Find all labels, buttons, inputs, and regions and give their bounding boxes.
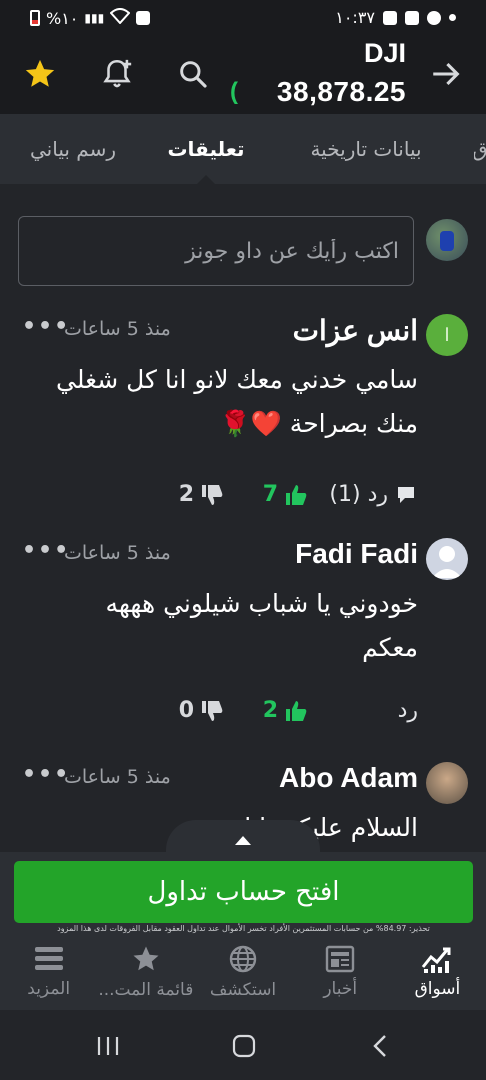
- thumbs-up-icon: [286, 484, 307, 505]
- recents-icon: [97, 1037, 119, 1055]
- dislike-count: 0: [178, 698, 194, 723]
- nav-watchlist[interactable]: قائمة المت...: [97, 934, 194, 1010]
- default-avatar-icon: [432, 546, 462, 578]
- chevron-up-icon: [235, 836, 251, 845]
- collapse-panel-button[interactable]: [166, 820, 320, 860]
- comment-text: سامي خدني معك لانو انا كل شغلي منك بصراح…: [56, 365, 418, 438]
- comment-actions: رد 2 0: [179, 698, 418, 723]
- comment-author[interactable]: Abo Adam: [279, 762, 418, 794]
- more-options-button[interactable]: •••: [22, 538, 70, 563]
- home-button[interactable]: [224, 1030, 264, 1062]
- signal-icon: ▮▮▮: [84, 11, 105, 25]
- reply-button[interactable]: رد (1): [308, 482, 418, 507]
- home-icon: [232, 1034, 256, 1058]
- add-alert-button[interactable]: [95, 52, 139, 96]
- comment-item: Fadi Fadi منذ 5 ساعات ••• خودوني يا شباب…: [18, 538, 468, 728]
- message-notification-icon: [405, 10, 419, 25]
- arrow-forward-icon: [433, 62, 460, 86]
- search-button[interactable]: [171, 52, 215, 96]
- dislike-button[interactable]: 0: [179, 698, 224, 723]
- nav-label: أسواق: [414, 979, 461, 999]
- more-options-button[interactable]: •••: [22, 762, 70, 787]
- tab-comments[interactable]: تعليقات: [150, 114, 262, 184]
- open-trading-account-button[interactable]: افتح حساب تداول: [14, 861, 473, 923]
- comment-time: منذ 5 ساعات: [64, 542, 171, 564]
- system-back-button[interactable]: [360, 1030, 400, 1062]
- like-button[interactable]: 2: [224, 698, 308, 723]
- dislike-count: 2: [178, 482, 194, 507]
- thumbs-down-icon: [202, 700, 223, 721]
- system-navigation: [0, 1010, 486, 1080]
- watchlist-star-button[interactable]: [18, 52, 62, 96]
- reply-label: رد: [397, 698, 418, 723]
- comment-input[interactable]: [18, 216, 414, 286]
- gallery-notification-icon: [383, 10, 397, 25]
- comment-compose: [18, 216, 468, 286]
- like-count: 7: [262, 482, 278, 507]
- battery-percent: %١٠: [46, 8, 79, 28]
- reply-icon: [398, 486, 414, 503]
- tab-chart[interactable]: رسم بياني: [18, 114, 128, 184]
- thumbs-down-icon: [202, 484, 223, 505]
- star-icon: [25, 59, 55, 87]
- tab-historical-data[interactable]: بيانات تاريخية: [286, 114, 446, 184]
- avatar-letter: ا: [444, 324, 450, 345]
- status-bar: %١٠ ▮▮▮ ١٠:٣٧: [0, 0, 486, 34]
- add-alert-bell-icon: [103, 59, 132, 88]
- nav-label: قائمة المت...: [98, 980, 194, 1000]
- nav-more[interactable]: المزيد: [0, 934, 97, 1010]
- nav-label: استكشف: [209, 980, 277, 1000]
- news-icon: [326, 945, 355, 973]
- alert-notification-icon: [427, 10, 441, 25]
- instrument-name: DJI: [363, 38, 406, 68]
- status-left: %١٠ ▮▮▮: [30, 8, 151, 28]
- nav-label: أخبار: [323, 979, 358, 999]
- recent-apps-button[interactable]: [88, 1030, 128, 1062]
- comment-time: منذ 5 ساعات: [64, 766, 171, 788]
- tab-partial[interactable]: ﻕ: [474, 114, 486, 184]
- avatar[interactable]: ا: [426, 314, 468, 356]
- comment-author[interactable]: Fadi Fadi: [295, 538, 418, 570]
- reply-label: رد (1): [329, 482, 388, 507]
- dot-icon: [449, 14, 456, 21]
- search-icon: [180, 61, 207, 88]
- instrument-header: ( DJI 38,878.25: [0, 34, 486, 114]
- notification-app-icon: [136, 11, 151, 25]
- back-button[interactable]: [424, 52, 468, 96]
- comment-actions: رد (1) 7 2: [179, 482, 418, 507]
- avatar[interactable]: [426, 538, 468, 580]
- dislike-button[interactable]: 2: [179, 482, 224, 507]
- markets-chart-icon: [422, 947, 451, 973]
- nav-news[interactable]: أخبار: [292, 934, 389, 1010]
- comment-text: خودوني يا شباب شيلوني هههه معكم: [105, 589, 419, 662]
- like-button[interactable]: 7: [224, 482, 308, 507]
- bottom-navigation: أسواق أخبار استكشف قائمة المت... المزيد: [0, 934, 486, 1010]
- status-time: ١٠:٣٧: [335, 8, 375, 27]
- nav-label: المزيد: [27, 979, 71, 999]
- globe-icon: [229, 945, 257, 973]
- status-right: ١٠:٣٧: [335, 8, 456, 27]
- price-change-indicator: (: [230, 78, 238, 105]
- comment-item: ا انس عزات منذ 5 ساعات ••• سامي خدني معك…: [18, 314, 468, 514]
- risk-disclaimer: تحذير: 84.97% من حسابات المستثمرين الأفر…: [57, 924, 430, 933]
- nav-explore[interactable]: استكشف: [194, 934, 291, 1010]
- nav-markets[interactable]: أسواق: [389, 934, 486, 1010]
- reply-button[interactable]: رد: [308, 698, 418, 723]
- chevron-left-icon: [373, 1035, 386, 1057]
- thumbs-up-icon: [286, 700, 307, 721]
- star-icon: [133, 946, 159, 971]
- user-avatar: [426, 219, 468, 261]
- instrument-price: 38,878.25: [276, 76, 406, 107]
- avatar[interactable]: [426, 762, 468, 804]
- more-options-button[interactable]: •••: [22, 314, 70, 339]
- wifi-icon: [109, 8, 131, 28]
- menu-icon: [34, 947, 63, 970]
- comment-time: منذ 5 ساعات: [64, 318, 171, 340]
- instrument-tabs: ﻕ بيانات تاريخية تعليقات رسم بياني: [0, 114, 486, 184]
- like-count: 2: [262, 698, 278, 723]
- battery-icon: [30, 10, 40, 26]
- comment-author[interactable]: انس عزات: [293, 314, 418, 347]
